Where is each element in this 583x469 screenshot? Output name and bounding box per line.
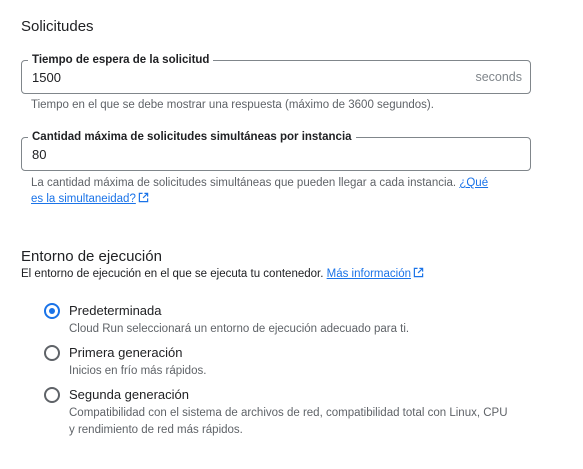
radio-desc-gen2-line2: y rendimiento de red más rápidos. xyxy=(69,424,243,436)
environment-section-title: Entorno de ejecución xyxy=(21,248,162,265)
concurrency-help-text: La cantidad máxima de solicitudes simult… xyxy=(31,177,457,189)
radio-button-gen1[interactable] xyxy=(44,345,60,361)
environment-description: El entorno de ejecución en el que se eje… xyxy=(21,267,424,280)
concurrency-field[interactable]: Cantidad máxima de solicitudes simultáne… xyxy=(21,130,531,171)
timeout-input[interactable]: 1500 xyxy=(32,70,61,85)
concurrency-link-part2[interactable]: es la simultaneidad? xyxy=(31,193,136,205)
radio-desc-default: Cloud Run seleccionará un entorno de eje… xyxy=(69,323,410,335)
timeout-field[interactable]: Tiempo de espera de la solicitud 1500 se… xyxy=(21,53,531,94)
radio-button-gen2[interactable] xyxy=(44,387,60,403)
concurrency-link-part1[interactable]: ¿Qué xyxy=(459,177,488,189)
timeout-suffix: seconds xyxy=(475,70,522,84)
radio-desc-gen2-line1: Compatibilidad con el sistema de archivo… xyxy=(69,407,508,419)
radio-desc-gen2: Compatibilidad con el sistema de archivo… xyxy=(69,405,539,439)
requests-section-title: Solicitudes xyxy=(21,18,94,35)
external-link-icon[interactable] xyxy=(138,192,149,203)
radio-desc-gen1: Inicios en frío más rápidos. xyxy=(69,365,207,377)
concurrency-help: La cantidad máxima de solicitudes simult… xyxy=(31,175,531,207)
environment-description-text: El entorno de ejecución en el que se eje… xyxy=(21,268,324,280)
concurrency-input[interactable]: 80 xyxy=(32,147,46,162)
radio-label-gen1[interactable]: Primera generación xyxy=(69,345,182,360)
timeout-label: Tiempo de espera de la solicitud xyxy=(28,53,214,67)
radio-label-gen2[interactable]: Segunda generación xyxy=(69,387,189,402)
more-info-link[interactable]: Más información xyxy=(327,268,411,280)
timeout-help: Tiempo en el que se debe mostrar una res… xyxy=(31,99,434,111)
radio-label-default[interactable]: Predeterminada xyxy=(69,303,162,318)
concurrency-label: Cantidad máxima de solicitudes simultáne… xyxy=(28,130,356,144)
external-link-icon[interactable] xyxy=(413,267,424,278)
radio-button-default[interactable] xyxy=(44,303,60,319)
